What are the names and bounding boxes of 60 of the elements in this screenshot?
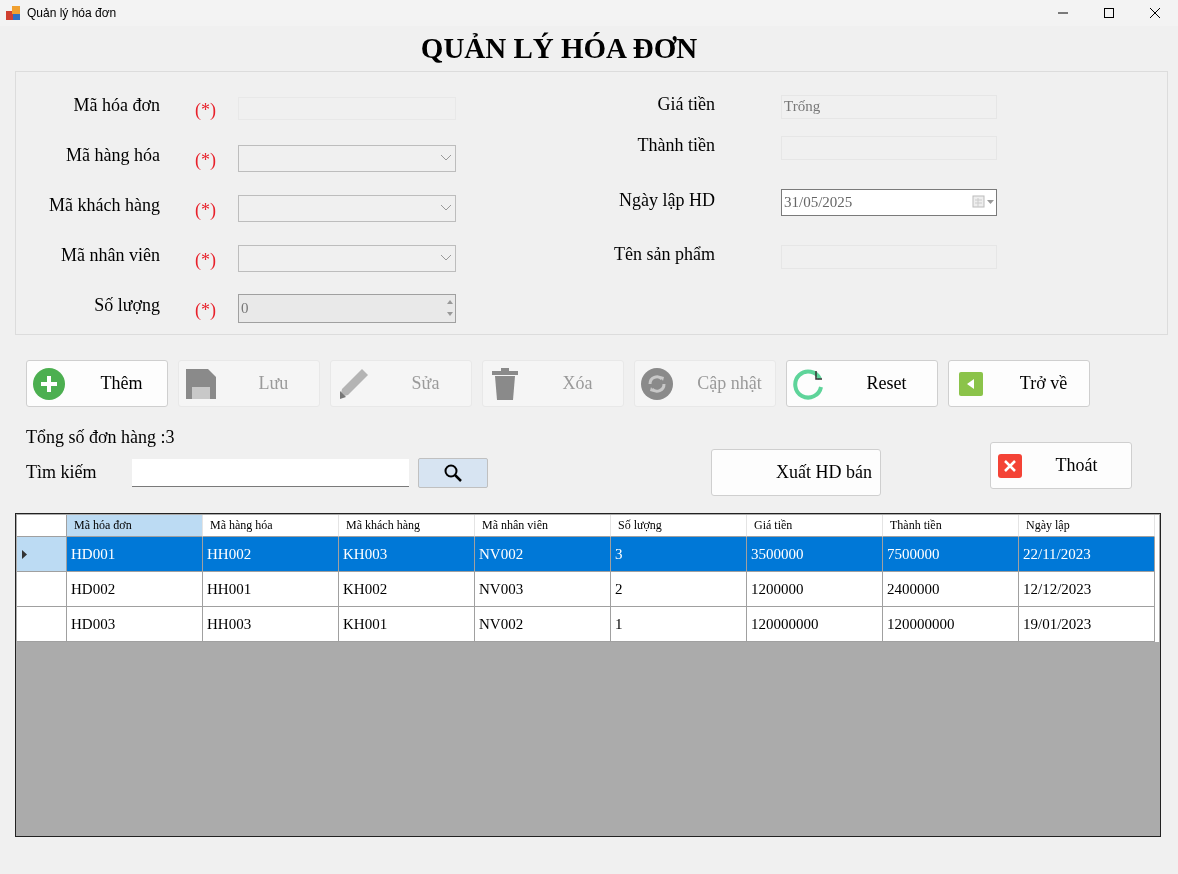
- row-header[interactable]: [17, 537, 67, 572]
- close-icon: [1150, 8, 1160, 18]
- table-cell: HD003: [67, 607, 203, 642]
- field-label: Ngày lập HD: [618, 189, 715, 211]
- table-cell: 22/11/2023: [1019, 537, 1155, 572]
- toolbar-button[interactable]: Thêm: [26, 360, 168, 407]
- table-cell: 120000000: [883, 607, 1019, 642]
- table-cell: 3500000: [747, 537, 883, 572]
- required-mark: (*): [195, 99, 217, 121]
- dropdown-field[interactable]: [238, 244, 456, 272]
- export-button[interactable]: Xuất HD bán: [711, 449, 881, 496]
- table-cell: 120000000: [747, 607, 883, 642]
- column-header[interactable]: Mã hóa đơn: [67, 515, 203, 537]
- order-count: Tổng số đơn hàng :3: [26, 426, 176, 449]
- dropdown-field[interactable]: [238, 194, 456, 222]
- refresh-icon: [640, 366, 674, 401]
- table-cell: HH003: [203, 607, 339, 642]
- table-cell: HD001: [67, 537, 203, 572]
- field-label: Mã nhân viên: [60, 244, 160, 266]
- table-cell: 1: [611, 607, 747, 642]
- search-label: Tìm kiếm: [26, 462, 98, 483]
- search-field[interactable]: [131, 458, 410, 487]
- text-field[interactable]: Trống: [781, 94, 997, 119]
- row-header[interactable]: [17, 572, 67, 607]
- table-cell: 7500000: [883, 537, 1019, 572]
- table-cell: NV002: [475, 537, 611, 572]
- required-mark: (*): [195, 199, 217, 221]
- exit-button[interactable]: Thoát: [990, 442, 1132, 489]
- table-cell: KH001: [339, 607, 475, 642]
- date-field[interactable]: 31/05/2025: [781, 188, 997, 216]
- field-label: Mã hàng hóa: [65, 144, 160, 166]
- app-icon: [6, 6, 20, 20]
- current-row-icon: [22, 549, 27, 559]
- field-label: Giá tiền: [656, 94, 715, 115]
- table-cell: KH003: [339, 537, 475, 572]
- plus-icon: [32, 366, 66, 401]
- table-cell: NV002: [475, 607, 611, 642]
- required-mark: (*): [195, 299, 217, 321]
- toolbar-button[interactable]: Trở về: [948, 360, 1090, 407]
- search-icon: [444, 463, 463, 482]
- toolbar-button[interactable]: Reset: [786, 360, 938, 407]
- calendar-icon: [972, 195, 996, 209]
- required-mark: (*): [195, 149, 217, 171]
- table-cell: 19/01/2023: [1019, 607, 1155, 642]
- window-title: Quản lý hóa đơn: [27, 6, 117, 20]
- search-button[interactable]: [418, 457, 488, 488]
- maximize-icon: [1104, 8, 1114, 18]
- field-label: Tên sản phẩm: [613, 244, 715, 265]
- required-mark: (*): [195, 249, 217, 271]
- close-icon: [998, 453, 1022, 478]
- field-label: Mã khách hàng: [48, 194, 160, 216]
- field-label: Thành tiền: [636, 135, 715, 156]
- field-label: Số lượng: [93, 294, 160, 316]
- dropdown-field[interactable]: [238, 144, 456, 172]
- row-header[interactable]: [17, 607, 67, 642]
- table-cell: 3: [611, 537, 747, 572]
- number-field[interactable]: 0: [238, 293, 456, 323]
- table-cell: HH002: [203, 537, 339, 572]
- field-label: Mã hóa đơn: [72, 94, 160, 116]
- page-heading: QUẢN LÝ HÓA ĐƠN: [420, 32, 698, 65]
